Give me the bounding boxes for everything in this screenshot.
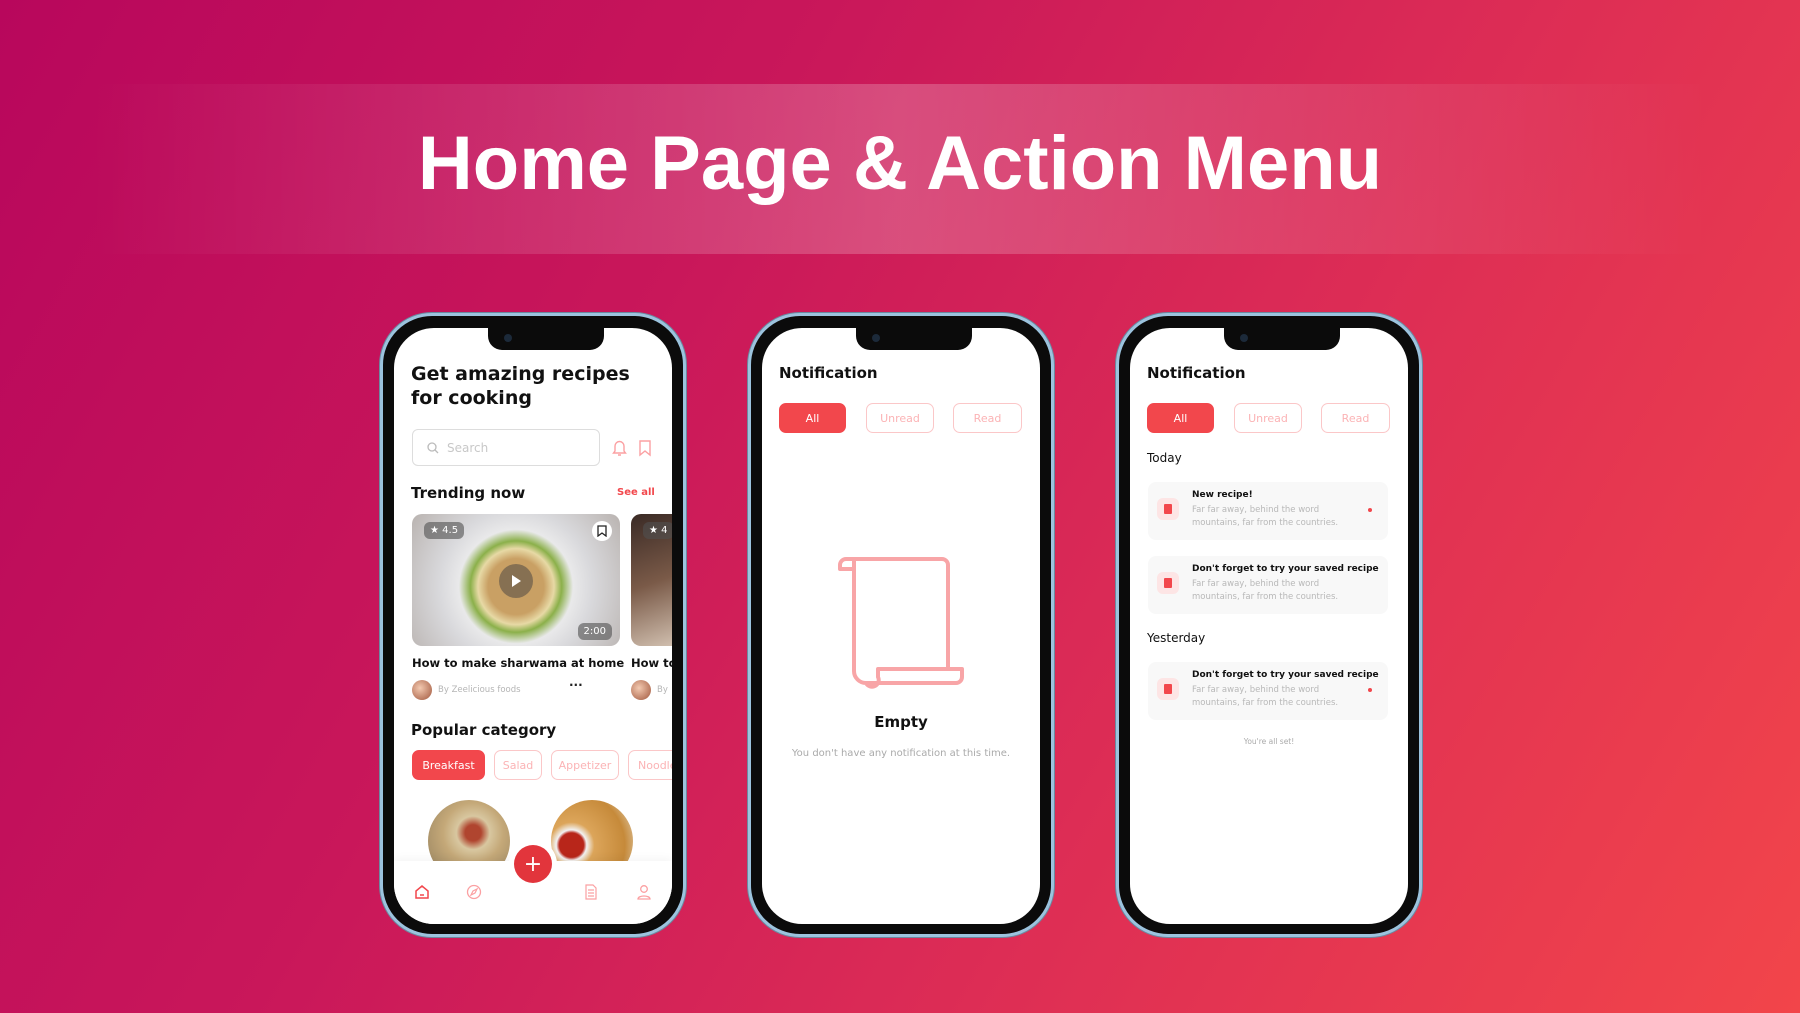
chip-appetizer[interactable]: Appetizer	[551, 750, 619, 780]
recipe-doc-icon	[1157, 572, 1179, 594]
duration: 2:00	[577, 623, 612, 640]
notification-title: Don't forget to try your saved recipe	[1192, 670, 1379, 680]
play-icon	[512, 575, 521, 587]
notification-title: Notification	[1147, 364, 1246, 382]
bookmark-icon[interactable]	[638, 439, 652, 457]
notification-body: Far far away, behind the word mountains,…	[1192, 579, 1339, 602]
rating: 4	[661, 525, 668, 536]
rating: 4.5	[442, 525, 459, 536]
play-button[interactable]	[499, 564, 533, 598]
notification-item[interactable]: Don't forget to try your saved recipe Fa…	[1148, 662, 1388, 720]
notification-title: New recipe!	[1192, 490, 1253, 500]
recipe-card[interactable]: ★ 4	[631, 514, 672, 646]
avatar	[412, 680, 432, 700]
profile-icon[interactable]	[636, 884, 652, 900]
recipe-author: By	[657, 685, 668, 695]
popular-title: Popular category	[411, 721, 557, 739]
tab-all[interactable]: All	[779, 403, 846, 433]
empty-scroll-icon	[838, 557, 964, 689]
more-options-icon[interactable]: ···	[569, 678, 583, 692]
recipe-doc-icon	[1157, 678, 1179, 700]
unread-dot	[1368, 688, 1372, 692]
home-heading: Get amazing recipes for cooking	[411, 363, 630, 409]
home-screen: Get amazing recipes for cooking Search T…	[394, 328, 672, 924]
add-button[interactable]: +	[514, 845, 552, 883]
page-title: Home Page & Action Menu	[417, 121, 1383, 206]
notification-title: Notification	[779, 364, 878, 382]
chip-noodle[interactable]: Noodle	[628, 750, 672, 780]
recipe-doc-icon	[1157, 498, 1179, 520]
notification-body: Far far away, behind the word mountains,…	[1192, 505, 1339, 528]
bell-icon[interactable]	[612, 439, 627, 457]
notification-empty-screen: Notification All Unread Read Empty You d…	[762, 328, 1040, 924]
chip-breakfast[interactable]: Breakfast	[412, 750, 485, 780]
phone-notification-empty: Notification All Unread Read Empty You d…	[748, 313, 1054, 937]
empty-text: You don't have any notification at this …	[791, 748, 1011, 759]
notch	[1224, 328, 1340, 350]
tab-read[interactable]: Read	[1321, 403, 1390, 433]
notification-list-screen: Notification All Unread Read Today New r…	[1130, 328, 1408, 924]
notch	[488, 328, 604, 350]
all-set-text: You're all set!	[1243, 737, 1295, 746]
compass-icon[interactable]	[466, 884, 482, 900]
notification-item[interactable]: New recipe! Far far away, behind the wor…	[1148, 482, 1388, 540]
document-icon[interactable]	[583, 884, 599, 900]
recipe-title[interactable]: How to	[631, 656, 672, 670]
recipe-author: By Zeelicious foods	[438, 685, 521, 695]
recipe-card[interactable]: ★ 4.5 2:00	[412, 514, 620, 646]
bookmark-icon	[597, 525, 607, 537]
notch	[856, 328, 972, 350]
tab-read[interactable]: Read	[953, 403, 1022, 433]
search-input[interactable]: Search	[412, 429, 600, 466]
search-icon	[427, 441, 439, 453]
tab-unread[interactable]: Unread	[866, 403, 934, 433]
unread-dot	[1368, 508, 1372, 512]
section-yesterday: Yesterday	[1147, 631, 1206, 645]
bookmark-button[interactable]	[592, 521, 612, 541]
section-today: Today	[1147, 451, 1182, 465]
star-icon: ★	[649, 525, 658, 536]
star-icon: ★	[430, 525, 439, 536]
tab-all[interactable]: All	[1147, 403, 1214, 433]
chip-salad[interactable]: Salad	[494, 750, 542, 780]
empty-title: Empty	[874, 713, 928, 731]
notification-body: Far far away, behind the word mountains,…	[1192, 685, 1339, 708]
phone-notification-list: Notification All Unread Read Today New r…	[1116, 313, 1422, 937]
tab-unread[interactable]: Unread	[1234, 403, 1302, 433]
avatar	[631, 680, 651, 700]
see-all-link[interactable]: See all	[617, 487, 655, 498]
home-icon[interactable]	[414, 884, 430, 900]
search-placeholder: Search	[447, 440, 489, 455]
phone-home: Get amazing recipes for cooking Search T…	[380, 313, 686, 937]
trending-title: Trending now	[411, 484, 526, 502]
recipe-title[interactable]: How to make sharwama at home	[412, 656, 624, 670]
notification-title: Don't forget to try your saved recipe	[1192, 564, 1379, 574]
notification-item[interactable]: Don't forget to try your saved recipe Fa…	[1148, 556, 1388, 614]
